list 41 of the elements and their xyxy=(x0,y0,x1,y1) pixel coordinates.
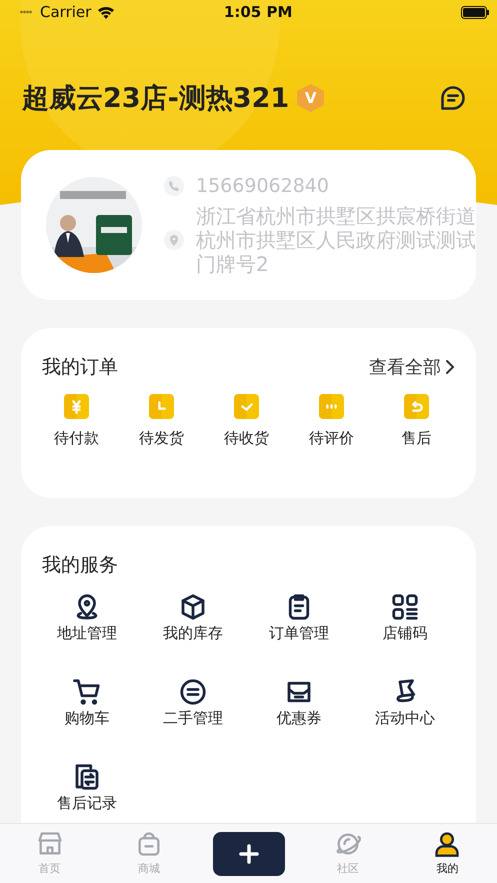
phone-icon xyxy=(164,176,184,196)
service-label[interactable]: 订单管理 xyxy=(269,624,329,643)
review-icon xyxy=(319,394,344,419)
circle-lines-icon xyxy=(178,677,208,707)
plus-icon xyxy=(238,844,259,864)
service-label[interactable]: 我的库存 xyxy=(163,624,223,643)
section-title: 我的服务 xyxy=(42,553,118,578)
service-label[interactable]: 购物车 xyxy=(64,709,110,728)
receive-icon xyxy=(234,394,259,419)
store-address: 浙江省杭州市拱墅区拱宸桥街道杭州市拱墅区人民政府测试测试门牌号2 xyxy=(196,204,476,276)
chevron-right-icon xyxy=(445,359,455,375)
add-button[interactable] xyxy=(212,832,285,876)
service-label[interactable]: 售后记录 xyxy=(57,794,117,813)
message-icon[interactable] xyxy=(439,84,467,112)
service-label[interactable]: 二手管理 xyxy=(163,709,223,728)
status-time: 1:05 PM xyxy=(222,3,294,21)
store-title: 超威云23店-测热321 xyxy=(22,82,290,116)
service-label[interactable]: 优惠券 xyxy=(276,709,322,728)
signal-icon xyxy=(20,10,32,14)
view-all-link[interactable]: 查看全部 xyxy=(369,355,455,379)
order-status-label[interactable]: 待发货 xyxy=(139,429,184,448)
order-status-label[interactable]: 待收货 xyxy=(224,429,269,448)
cart-icon xyxy=(72,677,102,707)
wifi-icon xyxy=(97,5,116,19)
order-status-label[interactable]: 待付款 xyxy=(54,429,99,448)
tab-label[interactable]: 我的 xyxy=(436,861,458,876)
return-icon xyxy=(404,394,429,419)
carrier-name: Carrier xyxy=(40,3,92,21)
battery-icon xyxy=(461,6,489,18)
person-icon xyxy=(433,830,462,858)
phone-number: 15669062840 xyxy=(196,174,329,198)
section-title: 我的订单 xyxy=(42,355,118,380)
order-status-label[interactable]: 待评价 xyxy=(309,429,354,448)
service-label[interactable]: 活动中心 xyxy=(375,709,435,728)
ship-icon xyxy=(149,394,174,419)
service-label[interactable]: 地址管理 xyxy=(57,624,117,643)
payment-icon xyxy=(64,394,89,419)
qr-code-icon xyxy=(390,592,420,622)
location-icon xyxy=(164,230,184,250)
service-label[interactable]: 店铺码 xyxy=(382,624,428,643)
order-status-label[interactable]: 售后 xyxy=(402,429,432,448)
